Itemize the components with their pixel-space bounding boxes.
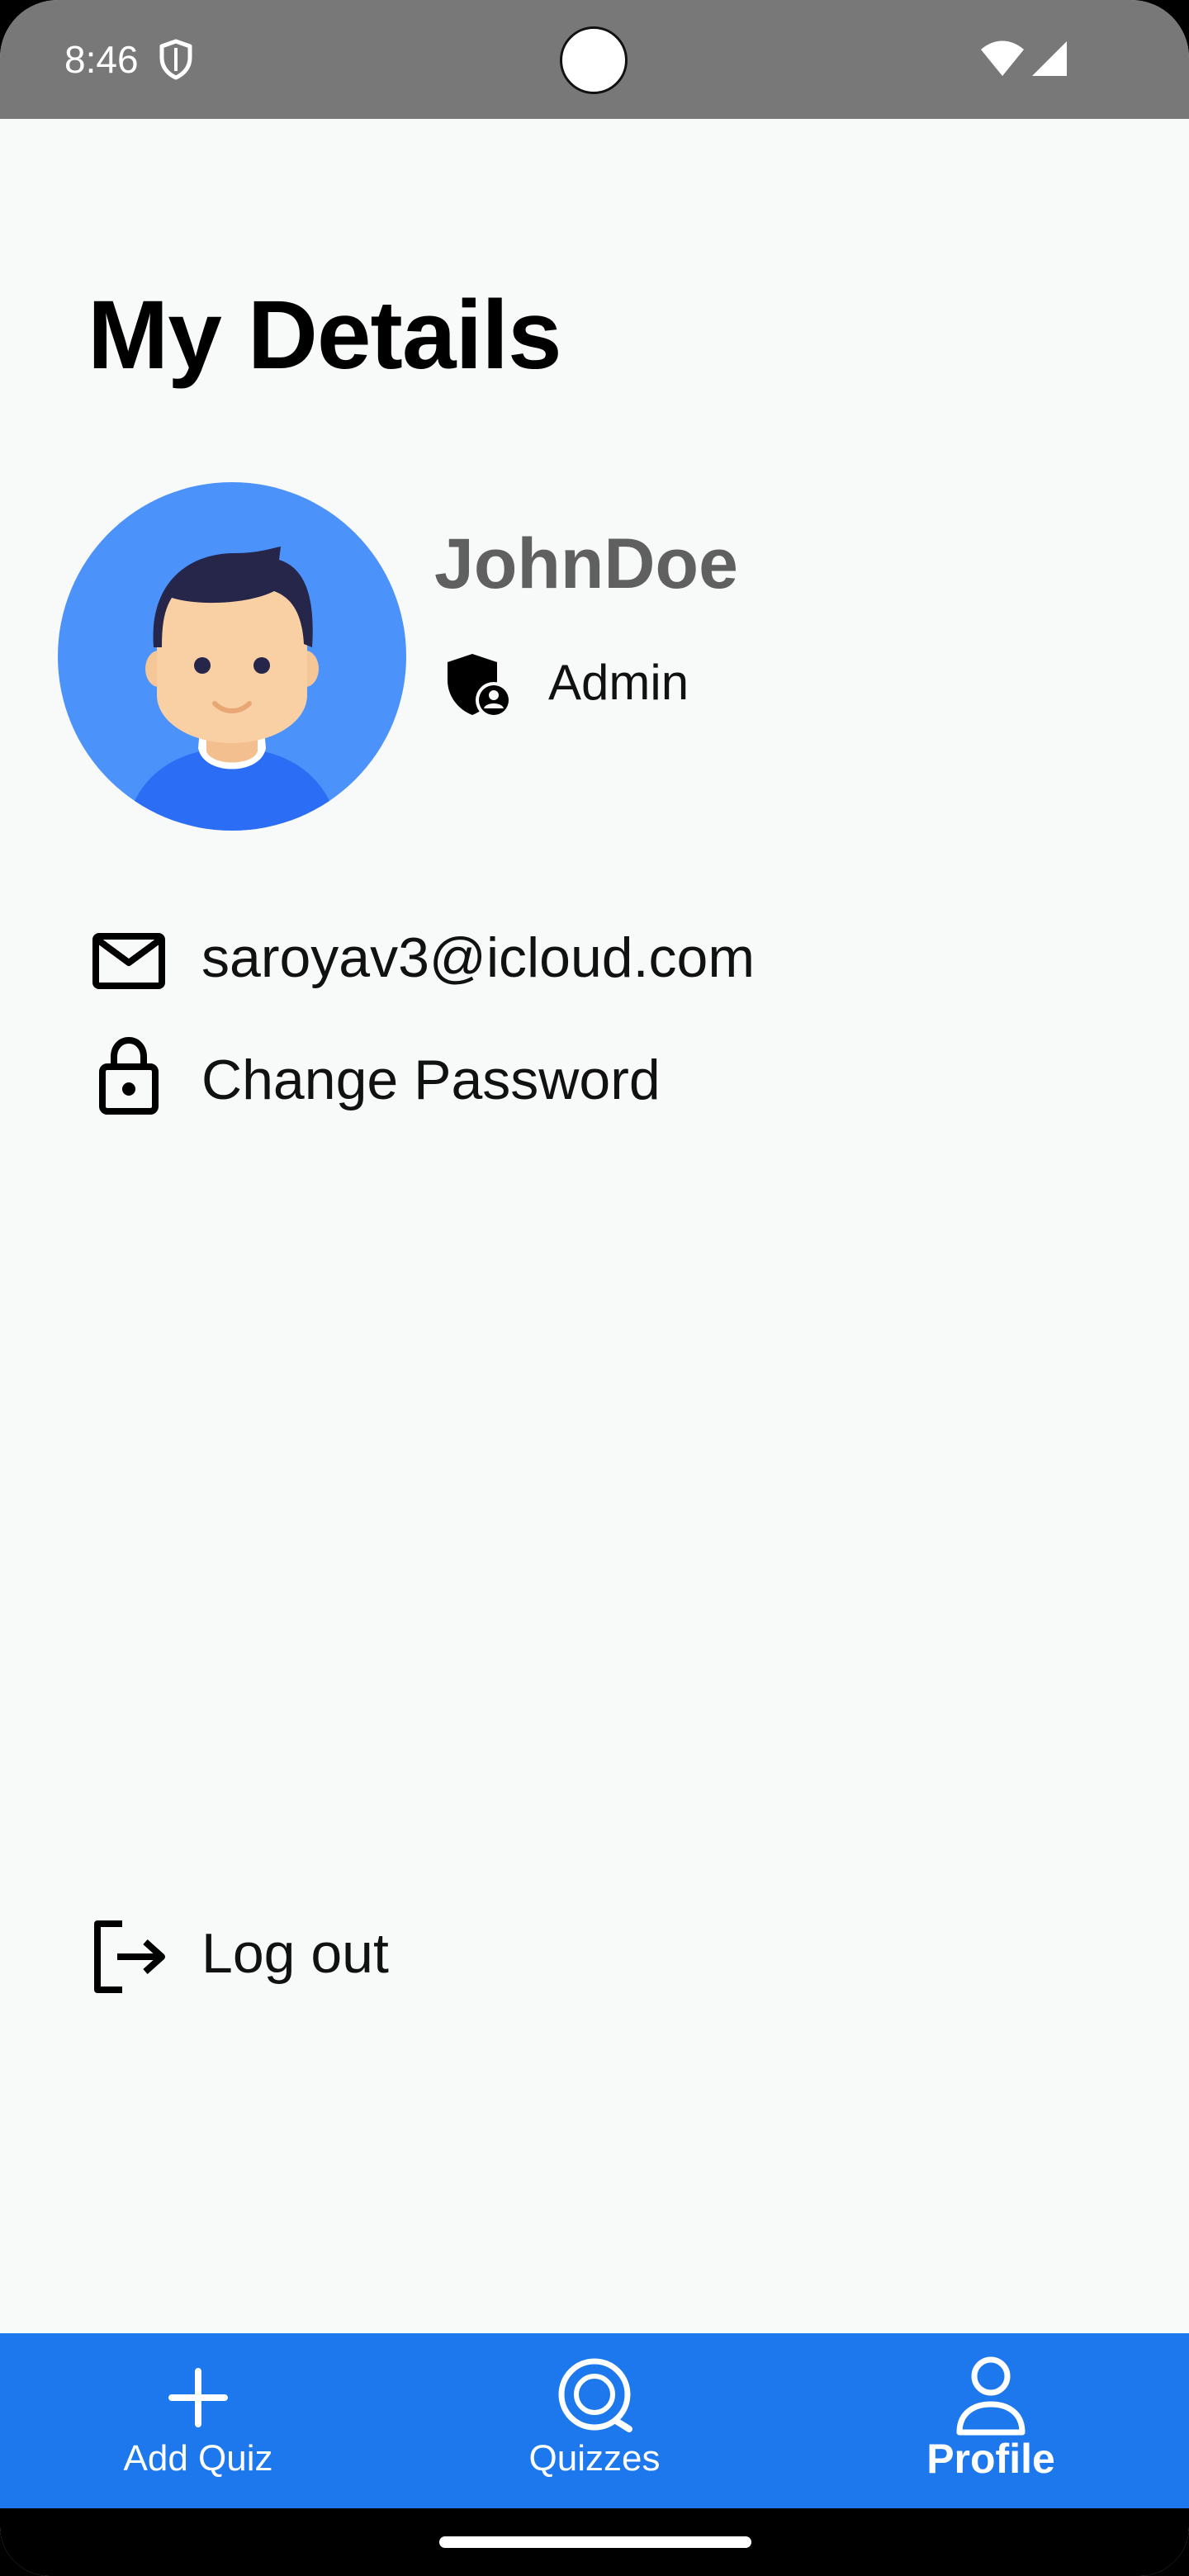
- plus-icon: [168, 2368, 228, 2427]
- logout-icon[interactable]: [89, 1915, 168, 1995]
- quiz-bubble-icon: [558, 2358, 632, 2432]
- change-password-link[interactable]: Change Password: [201, 1045, 661, 1115]
- mail-icon: [92, 933, 165, 989]
- username: JohnDoe: [434, 524, 738, 604]
- admin-shield-icon: [448, 654, 512, 718]
- camera-cutout: [560, 26, 628, 94]
- shield-icon: [159, 39, 192, 80]
- bottom-navigation: Add Quiz Quizzes Profile: [0, 2333, 1189, 2508]
- wifi-icon: [981, 40, 1024, 76]
- logout-button[interactable]: Log out: [201, 1919, 389, 1988]
- nav-add-quiz-label: Add Quiz: [123, 2438, 273, 2479]
- app-screen: 8:46 My Details JohnDoe Admin saroyav3@i…: [0, 0, 1189, 2576]
- nav-profile[interactable]: Profile: [793, 2333, 1189, 2508]
- avatar: [58, 482, 406, 831]
- signal-icon: [1032, 41, 1067, 76]
- status-bar: 8:46: [0, 0, 1189, 119]
- role-label: Admin: [548, 655, 689, 710]
- user-avatar-icon: [127, 547, 337, 831]
- home-gesture-handle[interactable]: [439, 2536, 751, 2548]
- page-title: My Details: [88, 281, 562, 390]
- email-text: saroyav3@icloud.com: [201, 926, 755, 989]
- nav-profile-label: Profile: [926, 2436, 1055, 2482]
- nav-quizzes[interactable]: Quizzes: [396, 2333, 793, 2508]
- lock-icon[interactable]: [89, 1035, 168, 1115]
- status-time: 8:46: [64, 38, 139, 81]
- nav-add-quiz[interactable]: Add Quiz: [0, 2333, 396, 2508]
- person-icon: [956, 2356, 1026, 2436]
- nav-quizzes-label: Quizzes: [528, 2438, 661, 2479]
